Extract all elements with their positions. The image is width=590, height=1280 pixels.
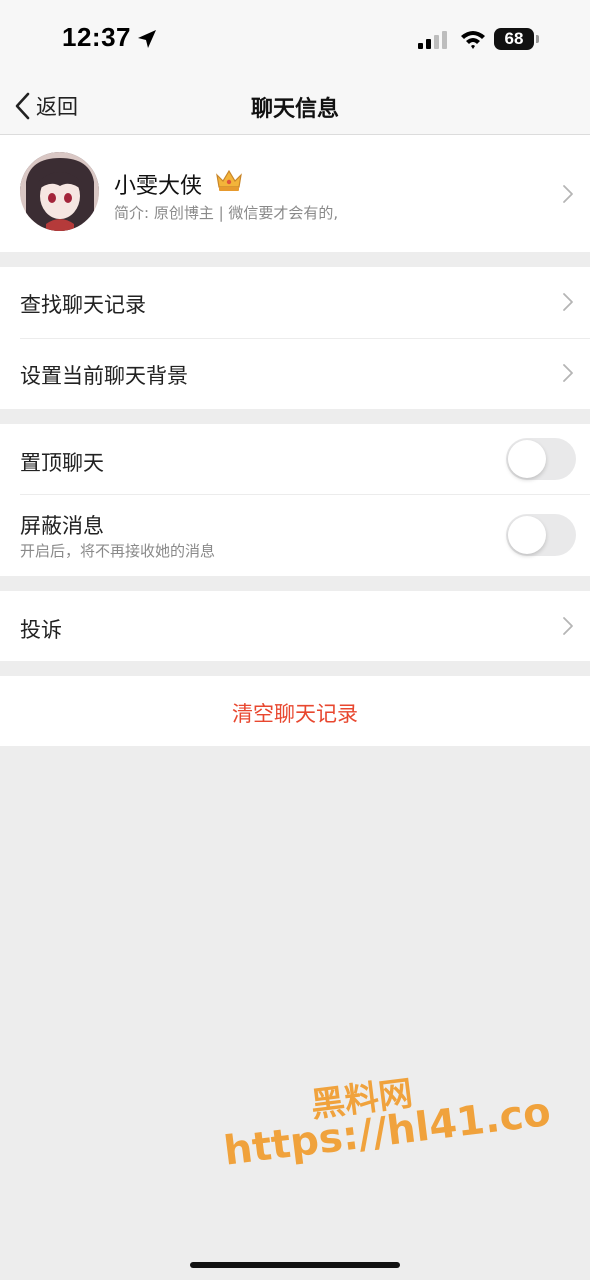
pin-chat-toggle[interactable] bbox=[506, 438, 576, 480]
chevron-right-icon bbox=[563, 617, 573, 635]
mute-label: 屏蔽消息 bbox=[20, 514, 104, 538]
pin-chat-label: 置顶聊天 bbox=[20, 451, 104, 475]
contact-name: 小雯大侠 bbox=[114, 174, 203, 199]
battery-cap bbox=[536, 35, 539, 43]
status-time: 12:37 bbox=[62, 22, 131, 52]
menu-section-danger: 清空聊天记录 bbox=[0, 676, 590, 746]
home-indicator[interactable] bbox=[190, 1262, 400, 1268]
menu-section-chat: 查找聊天记录 设置当前聊天背景 bbox=[0, 267, 590, 409]
report-row[interactable]: 投诉 bbox=[0, 591, 590, 661]
mute-description: 开启后，将不再接收她的消息 bbox=[20, 542, 216, 560]
chevron-right-icon bbox=[563, 293, 573, 311]
chat-background-row[interactable]: 设置当前聊天背景 bbox=[0, 338, 590, 409]
crown-icon bbox=[216, 169, 242, 191]
search-history-row[interactable]: 查找聊天记录 bbox=[0, 267, 590, 338]
cellular-signal-icon bbox=[418, 31, 447, 49]
mute-row: 屏蔽消息 开启后，将不再接收她的消息 bbox=[0, 494, 590, 576]
search-history-label: 查找聊天记录 bbox=[20, 293, 146, 317]
avatar bbox=[20, 152, 99, 231]
mute-toggle[interactable] bbox=[506, 514, 576, 556]
menu-section-report: 投诉 bbox=[0, 591, 590, 661]
clear-history-button[interactable]: 清空聊天记录 bbox=[0, 698, 590, 728]
toggle-knob bbox=[508, 440, 546, 478]
profile-card[interactable]: 小雯大侠 简介: 原创博主 | 微信要才会有的, bbox=[0, 135, 590, 252]
battery-level: 68 bbox=[504, 29, 524, 48]
toggle-knob bbox=[508, 516, 546, 554]
battery-icon: 68 bbox=[494, 28, 534, 50]
pin-chat-row: 置顶聊天 bbox=[0, 424, 590, 494]
avatar-image bbox=[20, 152, 99, 231]
contact-bio: 简介: 原创博主 | 微信要才会有的, bbox=[114, 204, 339, 222]
status-bar: 12:37 68 bbox=[0, 0, 590, 80]
menu-section-settings: 置顶聊天 屏蔽消息 开启后，将不再接收她的消息 bbox=[0, 424, 590, 576]
nav-bar: 返回 聊天信息 bbox=[0, 80, 590, 135]
wifi-icon bbox=[461, 31, 485, 49]
location-arrow-icon bbox=[138, 30, 156, 48]
watermark: 黑料网 https://hl41.co bbox=[216, 1052, 553, 1199]
chevron-right-icon bbox=[563, 185, 573, 203]
chat-background-label: 设置当前聊天背景 bbox=[20, 364, 188, 388]
report-label: 投诉 bbox=[20, 618, 62, 642]
page-title: 聊天信息 bbox=[250, 97, 339, 122]
chevron-right-icon bbox=[563, 364, 573, 382]
